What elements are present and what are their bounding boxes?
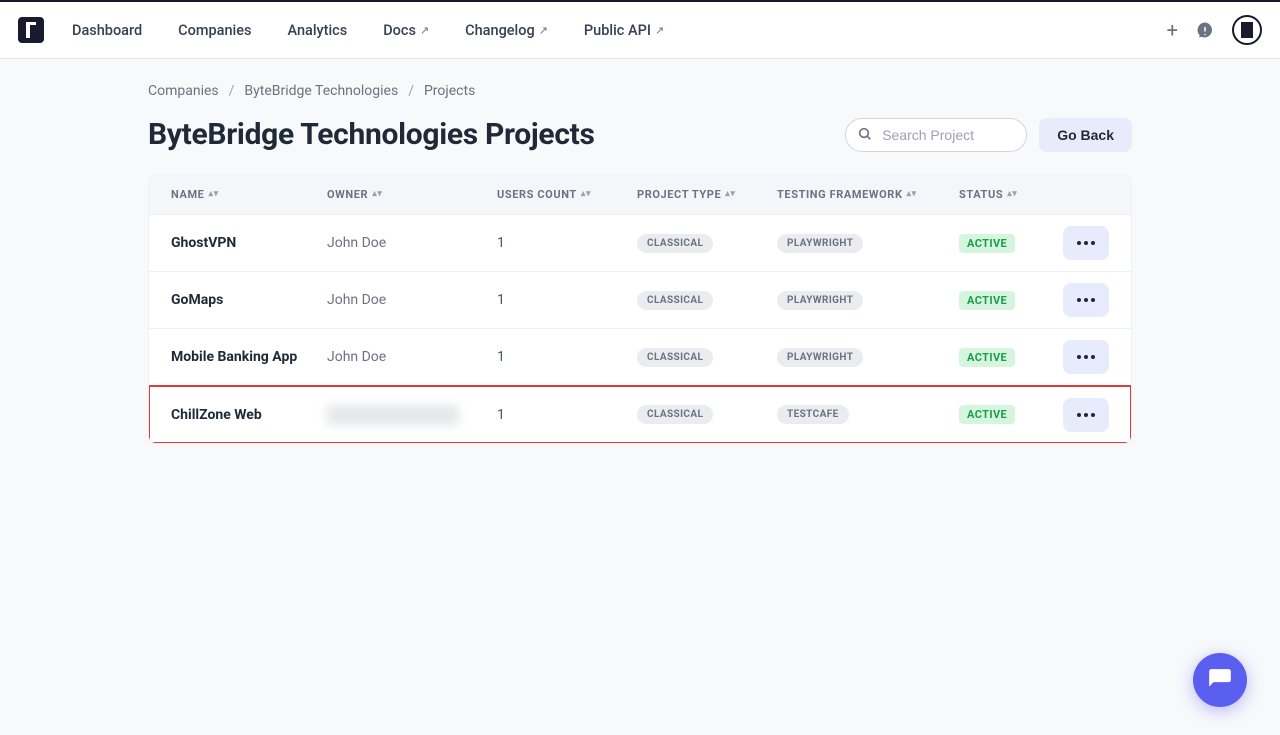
- sort-icon: ▴▾: [208, 191, 218, 197]
- page-title: ByteBridge Technologies Projects: [148, 117, 595, 152]
- breadcrumb: Companies / ByteBridge Technologies / Pr…: [148, 83, 1132, 99]
- chat-button[interactable]: [1193, 653, 1247, 707]
- table-row[interactable]: Mobile Banking AppJohn Doe 1CLASSICAL PLAY…: [149, 329, 1131, 386]
- column-owner[interactable]: OWNER▴▾: [327, 188, 497, 201]
- breadcrumb-companies[interactable]: Companies: [148, 83, 219, 99]
- status-badge: ACTIVE: [959, 291, 1015, 310]
- status-badge: ACTIVE: [959, 348, 1015, 367]
- external-link-icon: ↗: [420, 24, 429, 37]
- framework-badge: PLAYWRIGHT: [777, 234, 863, 253]
- external-link-icon: ↗: [655, 24, 664, 37]
- project-type-badge: CLASSICAL: [637, 234, 713, 253]
- column-status[interactable]: STATUS▴▾: [959, 188, 1059, 201]
- status-badge: ACTIVE: [959, 405, 1015, 424]
- add-icon[interactable]: +: [1167, 20, 1178, 40]
- row-actions-button[interactable]: [1063, 226, 1109, 260]
- external-link-icon: ↗: [539, 24, 548, 37]
- main-nav: Dashboard Companies Analytics Docs↗ Chan…: [72, 22, 664, 39]
- app-logo[interactable]: [18, 17, 44, 43]
- nav-public-api[interactable]: Public API↗: [584, 22, 664, 39]
- framework-badge: TESTCAFE: [777, 405, 849, 424]
- row-actions-button[interactable]: [1063, 283, 1109, 317]
- framework-badge: PLAYWRIGHT: [777, 348, 863, 367]
- search-icon: [857, 126, 873, 142]
- column-testing-framework[interactable]: TESTING FRAMEWORK▴▾: [777, 188, 959, 201]
- sort-icon: ▴▾: [372, 191, 382, 197]
- nav-changelog[interactable]: Changelog↗: [465, 22, 548, 39]
- table-row[interactable]: GoMapsJohn Doe 1CLASSICAL PLAYWRIGHT ACTIVE: [149, 272, 1131, 329]
- project-name: GoMaps: [171, 292, 327, 308]
- sort-icon: ▴▾: [581, 191, 591, 197]
- breadcrumb-company[interactable]: ByteBridge Technologies: [244, 83, 398, 99]
- breadcrumb-current: Projects: [424, 83, 475, 99]
- project-type-badge: CLASSICAL: [637, 291, 713, 310]
- table-row[interactable]: GhostVPNJohn Doe 1CLASSICAL PLAYWRIGHT ACTI…: [149, 215, 1131, 272]
- column-name[interactable]: NAME▴▾: [171, 188, 327, 201]
- project-type-badge: CLASSICAL: [637, 405, 713, 424]
- column-project-type[interactable]: PROJECT TYPE▴▾: [637, 188, 777, 201]
- owner-redacted: hidden owner: [327, 405, 459, 425]
- status-badge: ACTIVE: [959, 234, 1015, 253]
- owner-value: John Doe: [327, 235, 386, 251]
- row-actions-button[interactable]: [1063, 398, 1109, 432]
- sort-icon: ▴▾: [907, 191, 917, 197]
- user-avatar[interactable]: [1232, 15, 1262, 45]
- users-count: 1: [497, 407, 637, 423]
- users-count: 1: [497, 349, 637, 365]
- breadcrumb-separator: /: [229, 83, 235, 99]
- sort-icon: ▴▾: [725, 191, 735, 197]
- row-actions-button[interactable]: [1063, 340, 1109, 374]
- owner-value: John Doe: [327, 292, 386, 308]
- top-navigation: Dashboard Companies Analytics Docs↗ Chan…: [0, 0, 1280, 59]
- project-type-badge: CLASSICAL: [637, 348, 713, 367]
- nav-docs[interactable]: Docs↗: [383, 22, 429, 39]
- go-back-button[interactable]: Go Back: [1039, 118, 1132, 152]
- sort-icon: ▴▾: [1007, 191, 1017, 197]
- search-wrapper: [845, 118, 1027, 152]
- column-users-count[interactable]: USERS COUNT▴▾: [497, 188, 637, 201]
- chat-icon: [1207, 667, 1233, 693]
- users-count: 1: [497, 292, 637, 308]
- help-icon[interactable]: [1196, 21, 1214, 39]
- nav-analytics[interactable]: Analytics: [287, 22, 347, 39]
- owner-value: John Doe: [327, 349, 386, 365]
- project-name: ChillZone Web: [171, 407, 327, 423]
- breadcrumb-separator: /: [408, 83, 414, 99]
- nav-dashboard[interactable]: Dashboard: [72, 22, 142, 39]
- framework-badge: PLAYWRIGHT: [777, 291, 863, 310]
- nav-companies[interactable]: Companies: [178, 22, 251, 39]
- table-row[interactable]: ChillZone Webhidden owner 1CLASSICAL TESTC…: [149, 386, 1131, 443]
- project-name: Mobile Banking App: [171, 349, 327, 365]
- project-name: GhostVPN: [171, 235, 327, 251]
- table-header: NAME▴▾ OWNER▴▾ USERS COUNT▴▾ PROJECT TYP…: [149, 175, 1131, 215]
- users-count: 1: [497, 235, 637, 251]
- projects-table: NAME▴▾ OWNER▴▾ USERS COUNT▴▾ PROJECT TYP…: [148, 174, 1132, 444]
